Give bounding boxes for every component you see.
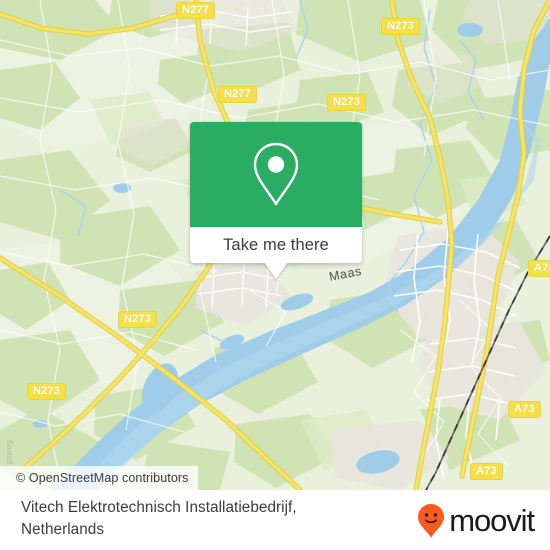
callout-body xyxy=(190,122,362,227)
road-shield-n277: N277 xyxy=(176,2,216,19)
road-shield-a73: A73 xyxy=(508,401,541,418)
road-shield-n277: N277 xyxy=(218,86,258,103)
road-shield-n273: N273 xyxy=(327,94,367,111)
moovit-smiley-pin-icon xyxy=(418,504,445,538)
road-shield-a73: A73 xyxy=(470,463,503,480)
moovit-logo[interactable]: moovit xyxy=(416,503,535,539)
map-callout[interactable]: Take me there xyxy=(190,122,362,279)
road-shield-n273: N273 xyxy=(381,18,421,35)
callout-tail xyxy=(264,262,288,279)
place-name: Vitech Elektrotechnisch Installatiebedri… xyxy=(21,499,297,538)
map-screenshot: Maas N277N273N277N273N273N273A73A73A73 g… xyxy=(0,0,550,550)
road-shield-a73: A73 xyxy=(528,260,550,277)
take-me-there-label: Take me there xyxy=(223,235,329,254)
location-pin-icon xyxy=(253,142,299,205)
osm-attribution-text: © OpenStreetMap contributors xyxy=(16,471,189,485)
take-me-there-button[interactable]: Take me there xyxy=(190,227,362,279)
moovit-wordmark: moovit xyxy=(449,503,535,538)
road-shield-n273: N273 xyxy=(27,383,67,400)
osm-attribution[interactable]: © OpenStreetMap contributors xyxy=(0,466,198,490)
road-shield-n273: N273 xyxy=(118,311,158,328)
